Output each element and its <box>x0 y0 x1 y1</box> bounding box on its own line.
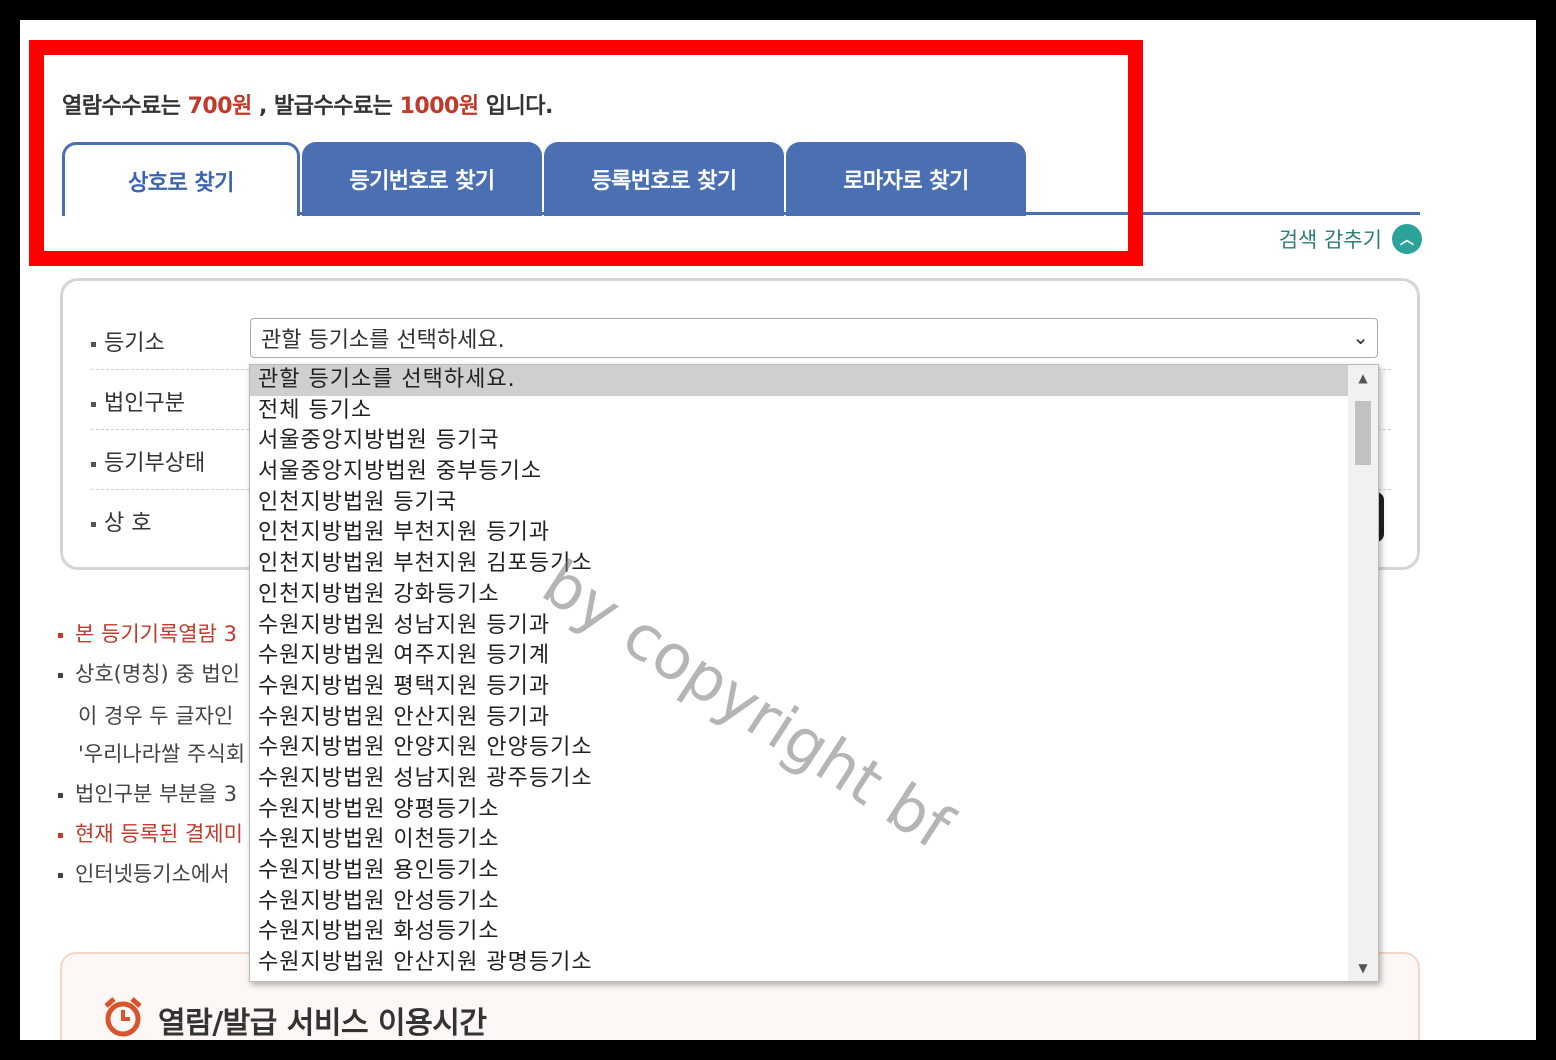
corp-type-label: 법인구분 <box>91 385 185 417</box>
scroll-down-icon[interactable]: ▼ <box>1348 961 1378 975</box>
tab-by-name[interactable]: 상호로 찾기 <box>62 142 300 216</box>
tab-by-business-number[interactable]: 등록번호로 찾기 <box>544 142 784 216</box>
chevron-up-icon: ︿ <box>1392 224 1422 254</box>
dropdown-option[interactable]: 수원지방법원 양평등기소 <box>250 795 1378 826</box>
issue-fee: 1000원 <box>399 94 479 119</box>
chevron-down-icon: ⌄ <box>1352 325 1369 349</box>
dropdown-option[interactable]: 수원지방법원 성남지원 광주등기소 <box>250 764 1378 795</box>
note-item: 이 경우 두 글자인 <box>78 704 234 728</box>
dropdown-option[interactable]: 서울중앙지방법원 중부등기소 <box>250 457 1378 488</box>
registry-select[interactable]: 관할 등기소를 선택하세요. ⌄ <box>250 318 1378 358</box>
dropdown-option[interactable]: 수원지방법원 안양지원 안양등기소 <box>250 733 1378 764</box>
dropdown-option[interactable]: 수원지방법원 화성등기소 <box>250 917 1378 948</box>
fee-middle: , 발급수수료는 <box>258 94 393 119</box>
note-item: 상호(명칭) 중 법인 <box>58 658 240 688</box>
tab-by-registration-number[interactable]: 등기번호로 찾기 <box>302 142 542 216</box>
name-label: 상 호 <box>91 505 151 537</box>
alarm-clock-icon <box>104 997 142 1037</box>
dropdown-option[interactable]: 전체 등기소 <box>250 396 1378 427</box>
note-item: 인터넷등기소에서 <box>58 858 230 888</box>
dropdown-option[interactable]: 수원지방법원 안산지원 등기과 <box>250 703 1378 734</box>
note-item: 법인구분 부분을 3 <box>58 778 237 808</box>
fee-prefix: 열람수수료는 <box>62 94 181 119</box>
registry-select-value: 관할 등기소를 선택하세요. <box>261 328 505 353</box>
dropdown-scrollbar[interactable]: ▲ ▼ <box>1348 365 1378 981</box>
dropdown-option[interactable]: 인천지방법원 강화등기소 <box>250 580 1378 611</box>
tab-by-roman-name[interactable]: 로마자로 찾기 <box>786 142 1026 216</box>
dropdown-option[interactable]: 수원지방법원 성남지원 등기과 <box>250 611 1378 642</box>
dropdown-option[interactable]: 수원지방법원 용인등기소 <box>250 856 1378 887</box>
dropdown-option[interactable]: 수원지방법원 이천등기소 <box>250 825 1378 856</box>
registry-label: 등기소 <box>91 325 165 357</box>
dropdown-option[interactable]: 수원지방법원 여주지원 등기계 <box>250 641 1378 672</box>
note-item: 본 등기기록열람 3 <box>58 618 237 648</box>
dropdown-option[interactable]: 관할 등기소를 선택하세요. <box>250 365 1378 396</box>
page-frame: 열람수수료는 700원 , 발급수수료는 1000원 입니다. 상호로 찾기 등… <box>20 20 1536 1040</box>
hide-search-button[interactable]: 검색 감추기 ︿ <box>1279 224 1422 254</box>
status-label: 등기부상태 <box>91 445 205 477</box>
dropdown-option[interactable]: 인천지방법원 부천지원 등기과 <box>250 518 1378 549</box>
dropdown-option[interactable]: 수원지방법원 안산지원 광명등기소 <box>250 948 1378 979</box>
tab-underline <box>300 212 1420 215</box>
dropdown-options: 관할 등기소를 선택하세요. 전체 등기소 서울중앙지방법원 등기국 서울중앙지방법원… <box>250 365 1378 979</box>
fee-notice: 열람수수료는 700원 , 발급수수료는 1000원 입니다. <box>62 88 553 120</box>
registry-dropdown-list[interactable]: 관할 등기소를 선택하세요. 전체 등기소 서울중앙지방법원 등기국 서울중앙지방법원… <box>249 364 1379 982</box>
dropdown-option[interactable]: 수원지방법원 평택지원 등기과 <box>250 672 1378 703</box>
dropdown-option[interactable]: 인천지방법원 부천지원 김포등기소 <box>250 549 1378 580</box>
note-item: '우리나라쌀 주식회 <box>78 742 246 766</box>
hide-search-label: 검색 감추기 <box>1278 228 1382 252</box>
service-hours-title: 열람/발급 서비스 이용시간 <box>158 1006 487 1040</box>
scroll-up-icon[interactable]: ▲ <box>1348 371 1378 385</box>
note-item: 현재 등록된 결제미 <box>58 818 243 848</box>
dropdown-option[interactable]: 서울중앙지방법원 등기국 <box>250 426 1378 457</box>
dropdown-option[interactable]: 인천지방법원 등기국 <box>250 488 1378 519</box>
dropdown-option[interactable]: 수원지방법원 안성등기소 <box>250 887 1378 918</box>
fee-suffix: 입니다. <box>485 94 554 119</box>
scrollbar-thumb[interactable] <box>1355 401 1371 465</box>
view-fee: 700원 <box>187 94 253 119</box>
